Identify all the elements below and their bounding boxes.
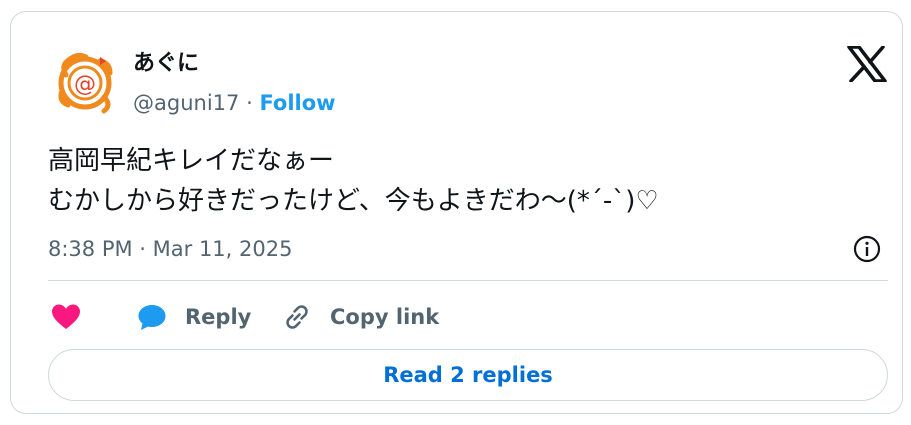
copy-link-button[interactable]: Copy link [282,297,439,337]
read-replies-button[interactable]: Read 2 replies [48,349,888,401]
tweet-text: 高岡早紀キレイだなぁー むかしから好きだったけど、今もよきだわ〜(*´-`)♡ [48,146,659,216]
read-replies-label: Read 2 replies [383,363,553,387]
reply-label: Reply [185,305,252,329]
avatar[interactable]: @ [48,45,122,119]
reply-button[interactable]: Reply [137,297,251,337]
author-handle-row: @aguni17 · Follow [133,89,336,117]
divider [48,280,888,281]
author-handle[interactable]: @aguni17 [133,91,239,115]
orange-swirl-avatar-icon: @ [48,45,122,119]
info-icon[interactable] [852,234,882,264]
like-button[interactable] [51,297,81,337]
link-icon [286,305,308,329]
copy-link-label: Copy link [330,305,440,329]
follow-link[interactable]: Follow [259,91,335,115]
x-logo-icon[interactable] [847,46,887,82]
embedded-tweet-card: @ あぐに @aguni17 · Follow 高岡早紀キレイだなぁー むかしか… [10,11,903,414]
tweet-timestamp[interactable]: 8:38 PM · Mar 11, 2025 [48,235,292,263]
speech-bubble-icon [138,305,166,330]
heart-icon [52,304,80,329]
separator-dot: · [246,91,253,115]
author-display-name[interactable]: あぐに [133,50,199,78]
svg-text:@: @ [74,72,96,97]
